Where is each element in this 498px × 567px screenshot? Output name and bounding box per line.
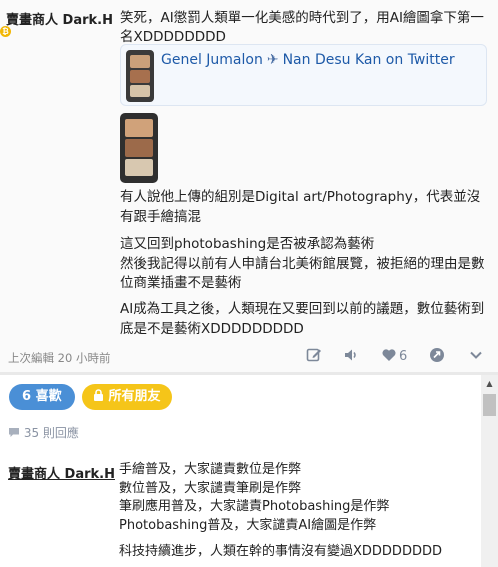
comment-line: Photobashing普及，大家譴責AI繪圖是作弊 xyxy=(119,517,377,533)
link-title[interactable]: Genel Jumalon ✈ Nan Desu Kan on Twitter xyxy=(161,52,455,68)
comment-line: 手繪普及，大家譴責數位是作弊 xyxy=(119,462,302,477)
link-name-1: Genel Jumalon xyxy=(161,52,263,68)
post-author[interactable]: 賣畫商人 Dark.H xyxy=(6,9,113,28)
comment-last-line: 科技持續進步，人類在幹的事情沒有變過XDDDDDDDD xyxy=(119,544,442,559)
chevron-down-icon[interactable] xyxy=(468,347,484,367)
post-intro: 笑死，AI懲罰人類單一化美感的時代到了，用AI繪圖拿下第一名XDDDDDDDD xyxy=(120,9,490,47)
edited-timestamp: 上次編輯 20 小時前 xyxy=(8,351,111,365)
post-image[interactable] xyxy=(120,113,158,183)
post-paragraph-3-text: AI成為工具之後，人類現在又要回到以前的議題，數位藝術到底是不是藝術XDDDDD… xyxy=(120,301,485,337)
reply-count-label: 35 則回應 xyxy=(23,426,79,440)
airplane-icon: ✈ xyxy=(266,52,279,68)
post-paragraph-2a-text: 這又回到photobashing是否被承認為藝術 xyxy=(120,236,375,252)
post-intro-text: 笑死，AI懲罰人類單一化美感的時代到了，用AI繪圖拿下第一名XDDDDDDDD xyxy=(120,10,484,45)
post-paragraph-2: 這又回到photobashing是否被承認為藝術 然後我記得以前有人申請台北美術… xyxy=(120,235,490,294)
link-name-2: Nan Desu Kan on Twitter xyxy=(282,52,455,68)
comment-author[interactable]: 賣畫商人 Dark.H xyxy=(8,463,115,482)
friends-visibility-button[interactable]: 所有朋友 xyxy=(82,384,172,410)
comment-icon xyxy=(8,426,24,440)
speaker-icon[interactable] xyxy=(343,347,359,367)
post-paragraph-3: AI成為工具之後，人類現在又要回到以前的議題，數位藝術到底是不是藝術XDDDDD… xyxy=(120,300,490,339)
likes-button[interactable]: 6 喜歡 xyxy=(9,384,75,410)
scroll-up-arrow-icon[interactable]: ▲ xyxy=(481,375,498,392)
comment-line: 數位普及，大家譴責筆刷是作弊 xyxy=(119,480,302,496)
link-thumbnail xyxy=(126,50,154,102)
reply-count[interactable]: 35 則回應 xyxy=(8,424,79,441)
post-paragraph-1-text: 有人說他上傳的組別是Digital art/Photography，代表並沒有跟… xyxy=(120,189,481,225)
post-card: 賣畫商人 Dark.H ₿ 笑死，AI懲罰人類單一化美感的時代到了，用AI繪圖拿… xyxy=(0,0,498,372)
scrollbar[interactable]: ▲ xyxy=(481,375,498,567)
post-paragraph-2b-text: 然後我記得以前有人申請台北美術館展覽，被拒絕的理由是數位商業插畫不是藝術 xyxy=(120,255,485,292)
edit-icon[interactable] xyxy=(306,347,322,367)
share-icon[interactable] xyxy=(429,347,445,367)
comment-body: 手繪普及，大家譴責數位是作弊 數位普及，大家譴責筆刷是作弊 筆刷應用普及，大家譴… xyxy=(119,461,479,562)
comments-section: 6 喜歡 所有朋友 35 則回應 賣畫商人 Dark.H 手繪普及，大家譴責數位… xyxy=(0,375,498,567)
comment-line: 筆刷應用普及，大家譴責Photobashing是作弊 xyxy=(119,499,390,514)
scrollbar-thumb[interactable] xyxy=(483,394,496,416)
post-paragraph-1: 有人說他上傳的組別是Digital art/Photography，代表並沒有跟… xyxy=(120,188,490,227)
lock-icon xyxy=(93,389,109,404)
twitter-link-card[interactable]: Genel Jumalon ✈ Nan Desu Kan on Twitter xyxy=(120,44,487,106)
friends-label: 所有朋友 xyxy=(108,389,161,404)
heart-icon[interactable] xyxy=(381,347,397,367)
post-like-count: 6 xyxy=(399,349,408,364)
post-footer: 上次編輯 20 小時前 6 xyxy=(0,344,498,372)
author-badge-icon: ₿ xyxy=(0,26,11,37)
